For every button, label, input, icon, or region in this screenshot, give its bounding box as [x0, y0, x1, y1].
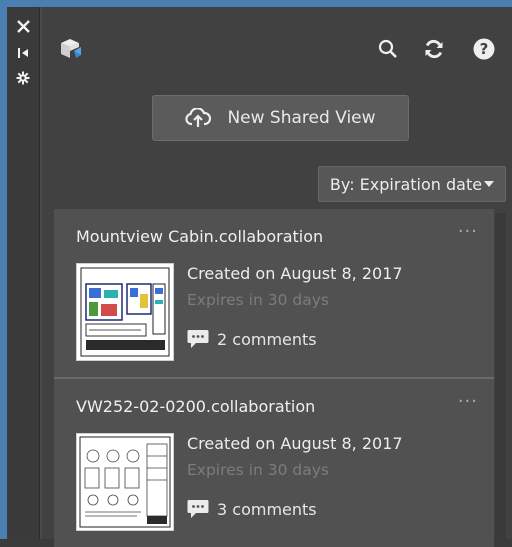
shared-views-cube-icon	[60, 37, 84, 61]
cloud-upload-icon	[185, 108, 212, 127]
scrollbar[interactable]	[495, 213, 506, 539]
comment-bubble-icon	[187, 330, 209, 348]
view-title: Mountview Cabin.collaboration	[76, 227, 324, 246]
new-shared-view-label: New Shared View	[227, 108, 376, 128]
shared-view-card[interactable]: Mountview Cabin.collaboration ··· Create…	[54, 209, 494, 377]
more-options-button[interactable]: ···	[458, 391, 478, 412]
search-icon[interactable]	[376, 37, 400, 61]
settings-icon[interactable]	[15, 70, 31, 86]
palette-toolstrip	[7, 7, 40, 539]
view-comments-count: 2 comments	[217, 329, 317, 349]
view-expiration: Expires in 30 days	[187, 461, 329, 479]
new-shared-view-button[interactable]: New Shared View	[152, 95, 409, 141]
chevron-down-icon	[484, 181, 495, 187]
window-frame-top	[0, 0, 512, 7]
sort-dropdown[interactable]: By: Expiration date	[318, 166, 506, 202]
view-created-date: Created on August 8, 2017	[187, 264, 403, 283]
shared-view-card[interactable]: VW252-02-0200.collaboration ··· Created …	[54, 379, 494, 547]
shared-views-panel: ? New Shared View By: Expiration date Mo…	[40, 7, 512, 547]
view-expiration: Expires in 30 days	[187, 291, 329, 309]
help-glyph: ?	[479, 40, 489, 58]
view-thumbnail	[76, 263, 174, 361]
refresh-icon[interactable]	[422, 37, 446, 61]
dock-pin-icon[interactable]	[15, 45, 31, 61]
view-comments-link[interactable]: 2 comments	[187, 329, 317, 349]
shared-views-list: Mountview Cabin.collaboration ··· Create…	[54, 209, 506, 547]
sort-label: By: Expiration date	[329, 174, 483, 194]
comment-bubble-icon	[187, 500, 209, 518]
more-options-button[interactable]: ···	[458, 221, 478, 242]
view-comments-count: 3 comments	[217, 499, 317, 519]
view-thumbnail	[76, 433, 174, 531]
view-comments-link[interactable]: 3 comments	[187, 499, 317, 519]
help-icon[interactable]: ?	[472, 37, 496, 61]
view-title: VW252-02-0200.collaboration	[76, 397, 316, 416]
close-icon[interactable]	[15, 18, 31, 34]
window-frame-left	[0, 0, 7, 539]
view-created-date: Created on August 8, 2017	[187, 434, 403, 453]
